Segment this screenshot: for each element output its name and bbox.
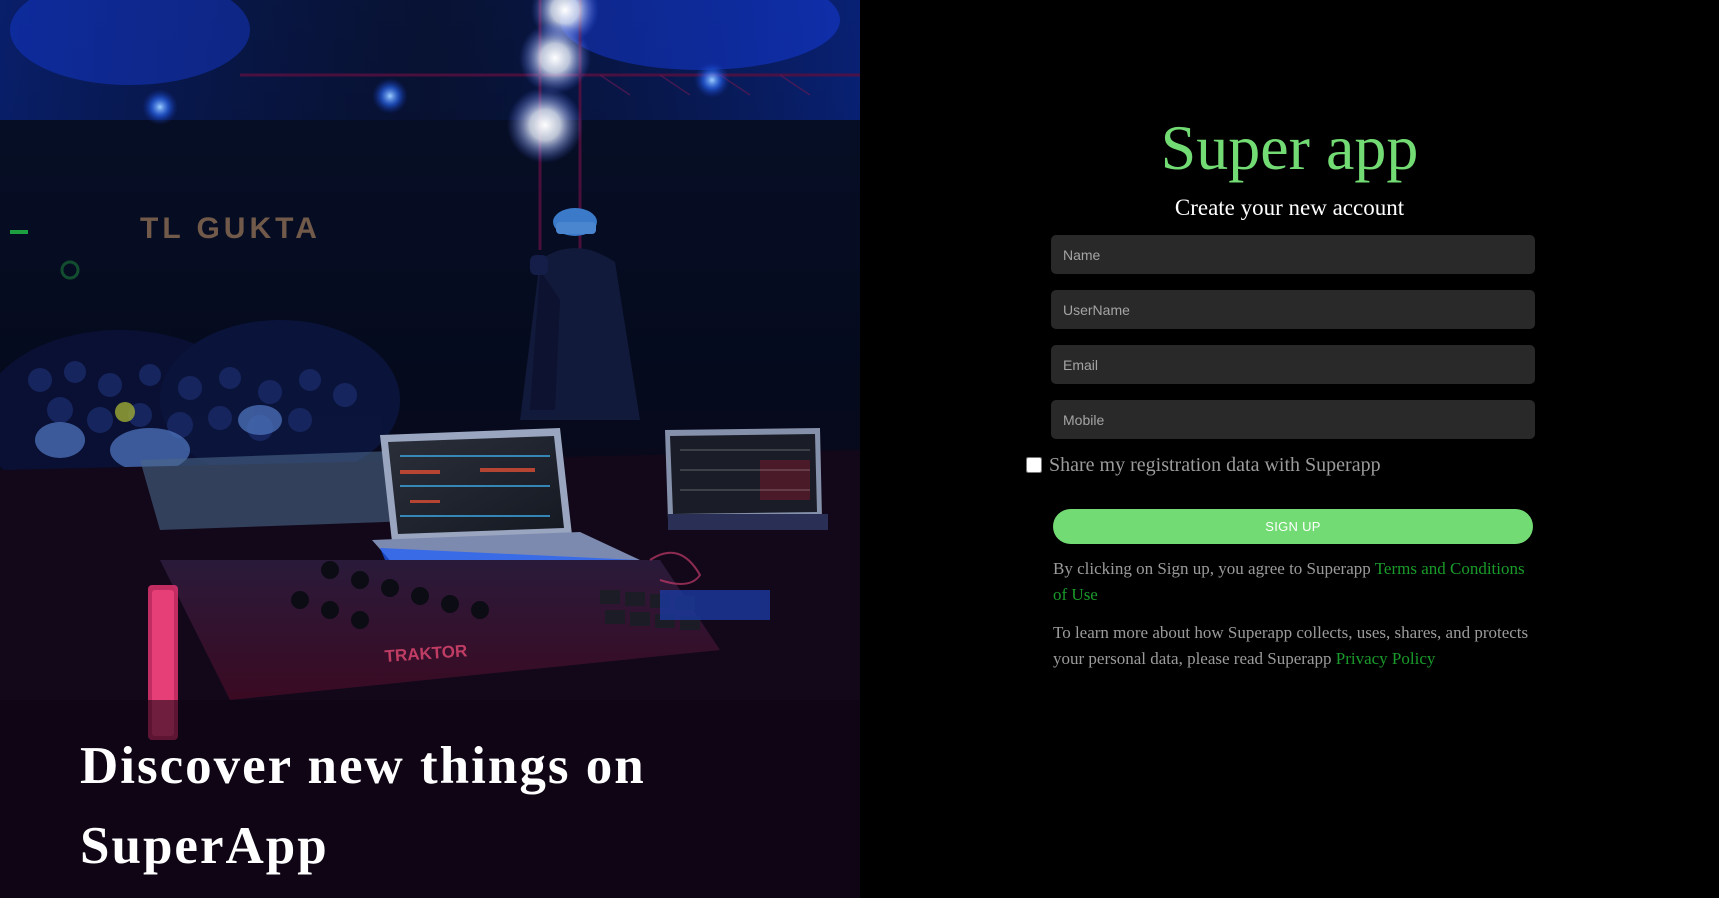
terms-text: By clicking on Sign up, you agree to Sup… xyxy=(1053,559,1375,578)
signup-form-panel: Super app Create your new account Share … xyxy=(860,0,1719,898)
privacy-text: To learn more about how Superapp collect… xyxy=(1053,623,1529,668)
mobile-field[interactable] xyxy=(1051,400,1535,439)
privacy-policy-link[interactable]: Privacy Policy xyxy=(1336,649,1436,668)
username-field[interactable] xyxy=(1051,290,1535,329)
venue-sign: TL GUKTA xyxy=(140,212,321,245)
privacy-notice: To learn more about how Superapp collect… xyxy=(1053,620,1533,672)
share-data-label[interactable]: Share my registration data with Superapp xyxy=(1049,452,1381,478)
name-field[interactable] xyxy=(1051,235,1535,274)
share-data-checkbox[interactable] xyxy=(1026,457,1042,473)
terms-notice: By clicking on Sign up, you agree to Sup… xyxy=(1053,556,1533,608)
hero-panel: TL GUKTA TRAKTOR Discover new things on … xyxy=(0,0,860,898)
brand-title: Super app xyxy=(1160,112,1419,183)
share-data-consent: Share my registration data with Superapp xyxy=(1026,452,1381,478)
signup-button[interactable]: SIGN UP xyxy=(1053,509,1533,544)
signup-page: TL GUKTA TRAKTOR Discover new things on … xyxy=(0,0,1719,898)
email-field[interactable] xyxy=(1051,345,1535,384)
hero-headline: Discover new things on SuperApp xyxy=(80,737,646,875)
form-subtitle: Create your new account xyxy=(1174,195,1405,220)
